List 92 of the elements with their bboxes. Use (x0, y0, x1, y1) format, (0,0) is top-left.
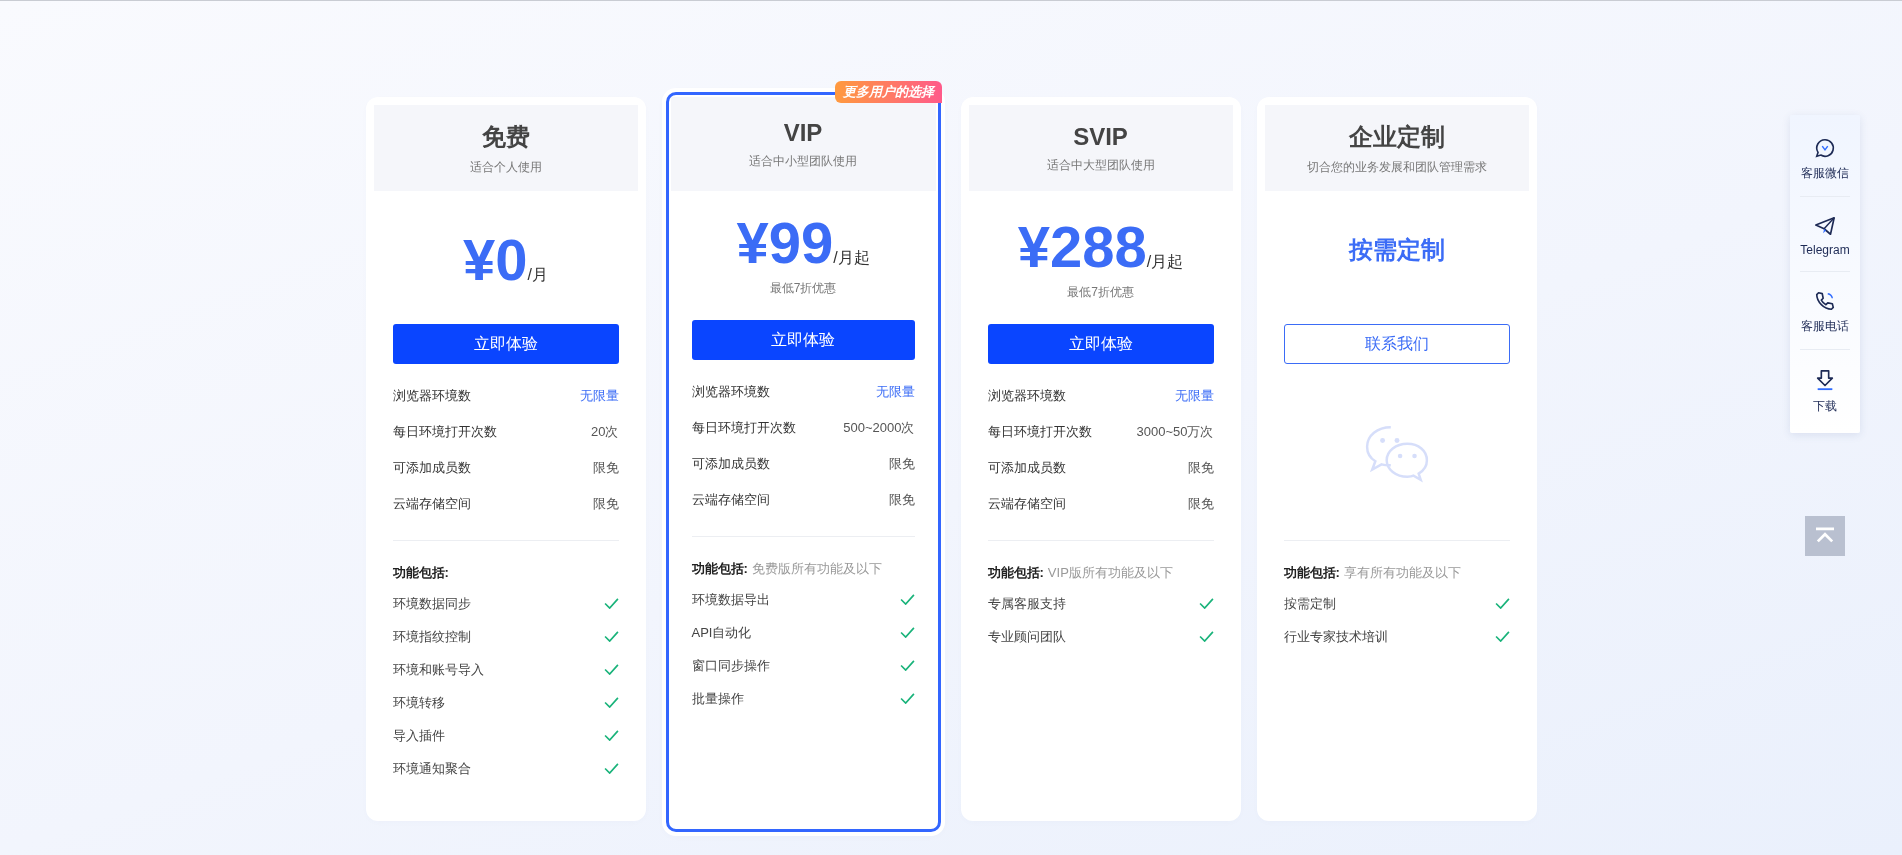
back-to-top-button[interactable] (1805, 516, 1845, 556)
price-unit: /月起 (1146, 253, 1184, 272)
check-icon (603, 664, 619, 675)
check-icon (1198, 598, 1214, 609)
phone-icon (1814, 290, 1836, 312)
quota-value: 20次 (591, 423, 619, 441)
quota-label: 浏览器环境数 (392, 387, 471, 405)
chat-bubbles-drawing (1363, 425, 1430, 483)
check-icon (603, 763, 619, 774)
quota-label: 可添加成员数 (987, 459, 1066, 477)
quota-label: 浏览器环境数 (691, 383, 770, 401)
sidebar-item[interactable]: 下载 (1813, 398, 1837, 415)
features-label: 功能包括: (1283, 564, 1340, 582)
recommend-badge: 更多用户的选择 (834, 81, 942, 103)
quota-label: 浏览器环境数 (987, 387, 1066, 405)
plan-subtitle: 适合中大型团队使用 (1046, 156, 1155, 174)
check-icon (603, 631, 619, 642)
quota-value: 限免 (1187, 459, 1214, 477)
price-unit: /月 (527, 265, 548, 285)
price: ¥99 (736, 214, 834, 272)
try-button[interactable]: 立即体验 (392, 324, 619, 364)
features-label: 功能包括: (987, 564, 1044, 582)
quota-label: 可添加成员数 (691, 455, 770, 473)
features-note: VIP版所有功能及以下 (1047, 564, 1173, 582)
check-icon (1198, 631, 1214, 642)
quota-value: 无限量 (579, 387, 619, 405)
download-icon (1814, 368, 1836, 392)
feature-label: 专业顾问团队 (987, 627, 1066, 646)
feature-label: 环境转移 (392, 693, 445, 712)
feature-label: 环境数据导出 (691, 590, 770, 609)
features-label: 功能包括: (392, 564, 449, 582)
quota-value: 限免 (592, 495, 619, 513)
check-icon (1494, 598, 1510, 609)
feature-label: 按需定制 (1283, 594, 1336, 613)
plan-subtitle: 切合您的业务发展和团队管理需求 (1306, 158, 1487, 176)
quota-label: 可添加成员数 (392, 459, 471, 477)
sidebar-item[interactable]: 客服电话 (1801, 318, 1849, 335)
quota-value: 限免 (592, 459, 619, 477)
quota-value: 限免 (888, 491, 915, 509)
features-note: 享有所有功能及以下 (1343, 564, 1461, 582)
check-icon (603, 598, 619, 609)
plan-title: 企业定制 (1348, 121, 1445, 152)
check-icon (603, 697, 619, 708)
feature-label: 环境数据同步 (392, 594, 471, 613)
check-icon (899, 660, 915, 671)
price-note: 最低7折优惠 (1067, 284, 1134, 301)
price-unit: /月起 (833, 249, 870, 268)
price-note: 最低7折优惠 (769, 280, 837, 297)
plan-subtitle: 适合个人使用 (469, 158, 542, 176)
feature-label: 环境通知聚合 (392, 759, 471, 778)
features-note: 免费版所有功能及以下 (751, 560, 882, 578)
price: ¥0 (463, 230, 528, 289)
sidebar-item[interactable]: Telegram (1800, 243, 1850, 257)
quota-label: 云端存储空间 (987, 495, 1066, 513)
feature-label: 批量操作 (691, 689, 744, 708)
plan-title: 免费 (481, 121, 530, 152)
feature-label: 专属客服支持 (987, 594, 1066, 613)
quota-value: 无限量 (1174, 387, 1214, 405)
try-button[interactable]: 立即体验 (691, 320, 915, 360)
quota-label: 云端存储空间 (392, 495, 471, 513)
features-label: 功能包括: (691, 560, 748, 578)
feature-label: API自动化 (691, 623, 752, 642)
check-icon (603, 730, 619, 741)
up-arrow-icon (1814, 527, 1836, 545)
quota-label: 每日环境打开次数 (392, 423, 497, 441)
feature-label: 环境指纹控制 (392, 627, 471, 646)
plan-title: VIP (783, 118, 823, 147)
feature-label: 导入插件 (392, 726, 445, 745)
quota-label: 云端存储空间 (691, 491, 770, 509)
quota-value: 限免 (888, 455, 915, 473)
price: 按需定制 (1348, 234, 1445, 265)
plan-subtitle: 适合中小型团队使用 (749, 152, 857, 170)
check-icon (899, 627, 915, 638)
quota-value: 3000~50万次 (1136, 423, 1214, 441)
try-button[interactable]: 立即体验 (987, 324, 1214, 364)
sidebar-item[interactable]: 客服微信 (1801, 165, 1849, 182)
quota-value: 限免 (1187, 495, 1214, 513)
quota-label: 每日环境打开次数 (691, 419, 796, 437)
feature-label: 环境和账号导入 (392, 660, 484, 679)
quota-value: 无限量 (875, 383, 915, 401)
paper-plane-icon (1813, 215, 1837, 237)
price: ¥288 (1017, 218, 1147, 276)
contact-button[interactable]: 联系我们 (1283, 324, 1510, 364)
feature-label: 窗口同步操作 (691, 656, 770, 675)
check-icon (899, 693, 915, 704)
feature-label: 行业专家技术培训 (1283, 627, 1388, 646)
quota-value: 500~2000次 (843, 419, 915, 437)
chat-bubble-icon (1814, 137, 1836, 159)
quota-label: 每日环境打开次数 (987, 423, 1092, 441)
plan-title: SVIP (1073, 122, 1128, 151)
check-icon (1494, 631, 1510, 642)
check-icon (899, 594, 915, 605)
